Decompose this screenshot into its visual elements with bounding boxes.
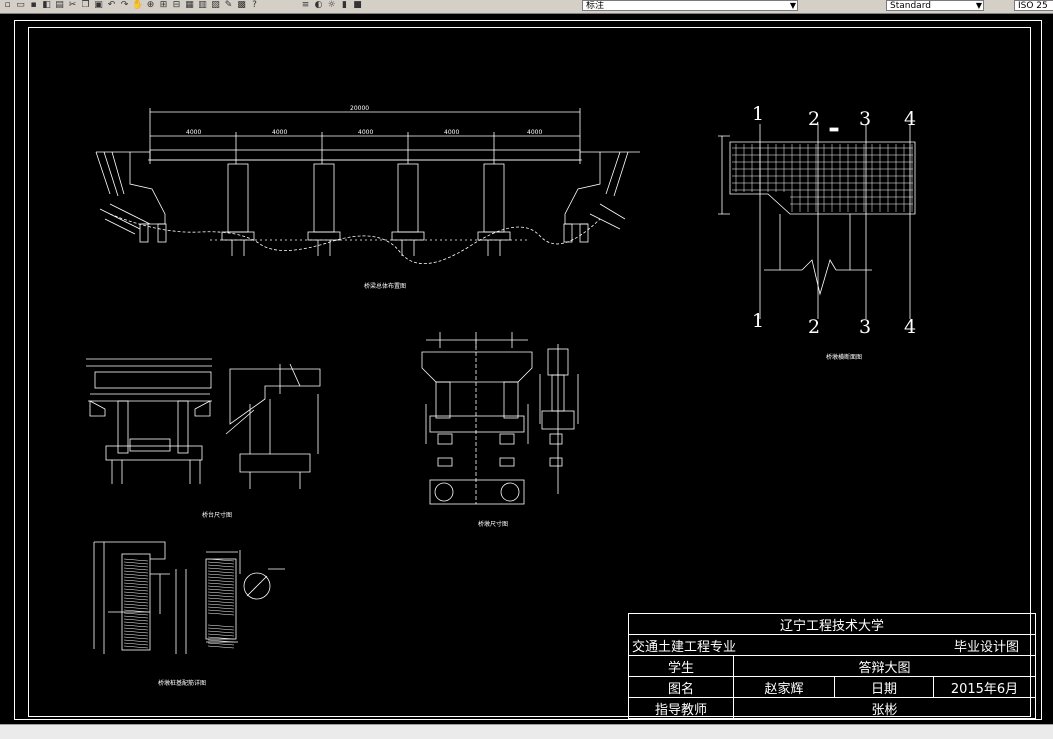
toolbar-icons: ▫ ▭ ▪ ◧ ▤ ✂ ❐ ▣ ↶ ↷ ✋ ⊕ ⊞ ⊟ ▦ ▥ ▧ ✎ ▩? ≡ ◐ ☼ ▮ ■ (2, 0, 365, 11)
advisor-label: 指导教师 (628, 697, 734, 719)
section-mark-1-top: 1 (752, 103, 765, 125)
date-value: 2015年6月 (933, 676, 1036, 698)
status-bar (0, 724, 1053, 739)
caption-pile: 桥墩桩基配筋详图 (158, 680, 207, 687)
drawing-type: 毕业设计图 (933, 634, 1036, 656)
dim-span-1: 4000 (186, 129, 202, 136)
save-icon[interactable]: ▪ (28, 0, 39, 11)
new-icon[interactable]: ▫ (2, 0, 13, 11)
caption-elevation: 桥梁总体布置图 (364, 283, 407, 290)
pier-drawing (421, 332, 579, 505)
figure-label: 图名 (628, 676, 734, 698)
undo-icon[interactable]: ↶ (106, 0, 117, 11)
section-mark-2-top: 2 (808, 108, 821, 130)
section-mark-1-bottom: 1 (752, 310, 765, 332)
lock-icon[interactable]: ▮ (339, 0, 350, 11)
print-icon[interactable]: ◧ (41, 0, 52, 11)
chevron-down-icon: ▼ (975, 1, 982, 10)
toolbar: ▫ ▭ ▪ ◧ ▤ ✂ ❐ ▣ ↶ ↷ ✋ ⊕ ⊞ ⊟ ▦ ▥ ▧ ✎ ▩? ≡ ◐ ☼ ▮ ■ 标注 ▼ Standard … (0, 0, 1053, 14)
markup-icon[interactable]: ✎ (223, 0, 234, 11)
layer-dropdown[interactable]: 标注 ▼ (582, 0, 798, 11)
paste-icon[interactable]: ▣ (93, 0, 104, 11)
dim-style-dropdown[interactable]: ISO 25 (1014, 0, 1053, 11)
open-icon[interactable]: ▭ (15, 0, 26, 11)
cross-section-hatch (732, 144, 913, 212)
abutment-drawing (86, 358, 321, 489)
help-icon[interactable]: ? (249, 0, 260, 11)
advisor-name: 张彬 (733, 697, 1036, 719)
drawing-name: 答辩大图 (733, 655, 1036, 677)
text-style-dropdown[interactable]: Standard ▼ (886, 0, 984, 11)
dim-span-4: 4000 (444, 129, 460, 136)
calc-icon[interactable]: ▩ (236, 0, 247, 11)
layer-manager-icon[interactable]: ≡ (300, 0, 311, 11)
pile-hatch (123, 558, 235, 649)
preview-icon[interactable]: ▤ (54, 0, 65, 11)
copy-icon[interactable]: ❐ (80, 0, 91, 11)
caption-pier: 桥墩尺寸图 (478, 521, 509, 528)
zoom-window-icon[interactable]: ⊞ (158, 0, 169, 11)
bulb-icon[interactable]: ◐ (313, 0, 324, 11)
pan-icon[interactable]: ✋ (132, 0, 143, 11)
chevron-down-icon: ▼ (789, 1, 796, 10)
dim-span-2: 4000 (272, 129, 288, 136)
drawing-canvas[interactable]: 20000 4000 4000 4000 4000 4000 1 2 3 4 1… (0, 14, 1053, 724)
section-mark-3-top: 3 (859, 108, 872, 130)
dim-overall: 20000 (350, 105, 370, 112)
pile-drawing (93, 541, 285, 654)
redo-icon[interactable]: ↷ (119, 0, 130, 11)
student-label: 学生 (628, 655, 734, 677)
text-style-value: Standard (890, 1, 931, 11)
layer-value: 标注 (586, 1, 605, 11)
section-mark-2-bottom: 2 (808, 316, 821, 338)
dim-style-value: ISO 25 (1018, 1, 1048, 11)
caption-abutment: 桥台尺寸图 (202, 512, 233, 519)
university-name: 辽宁工程技术大学 (628, 613, 1036, 635)
designcenter-icon[interactable]: ▥ (197, 0, 208, 11)
cross-section (718, 124, 916, 319)
color-icon[interactable]: ■ (352, 0, 363, 11)
sun-icon[interactable]: ☼ (326, 0, 337, 11)
dim-span-3: 4000 (358, 129, 374, 136)
section-mark-4-top: 4 (904, 108, 917, 130)
caption-cross-section: 桥墩横断面图 (826, 354, 863, 361)
major-label: 交通土建工程专业 (628, 634, 934, 656)
zoom-realtime-icon[interactable]: ⊕ (145, 0, 156, 11)
properties-icon[interactable]: ▦ (184, 0, 195, 11)
toolpalette-icon[interactable]: ▧ (210, 0, 221, 11)
title-block: 辽宁工程技术大学 交通土建工程专业 毕业设计图 学生 答辩大图 图名 赵家辉 日… (628, 613, 1036, 719)
cut-icon[interactable]: ✂ (67, 0, 78, 11)
zoom-previous-icon[interactable]: ⊟ (171, 0, 182, 11)
section-mark-3-bottom: 3 (859, 316, 872, 338)
student-name: 赵家辉 (733, 676, 835, 698)
title-block-table: 辽宁工程技术大学 交通土建工程专业 毕业设计图 学生 答辩大图 图名 赵家辉 日… (628, 613, 1036, 719)
section-mark-4-bottom: 4 (904, 316, 917, 338)
date-label: 日期 (834, 676, 934, 698)
dim-span-5: 4000 (527, 129, 543, 136)
